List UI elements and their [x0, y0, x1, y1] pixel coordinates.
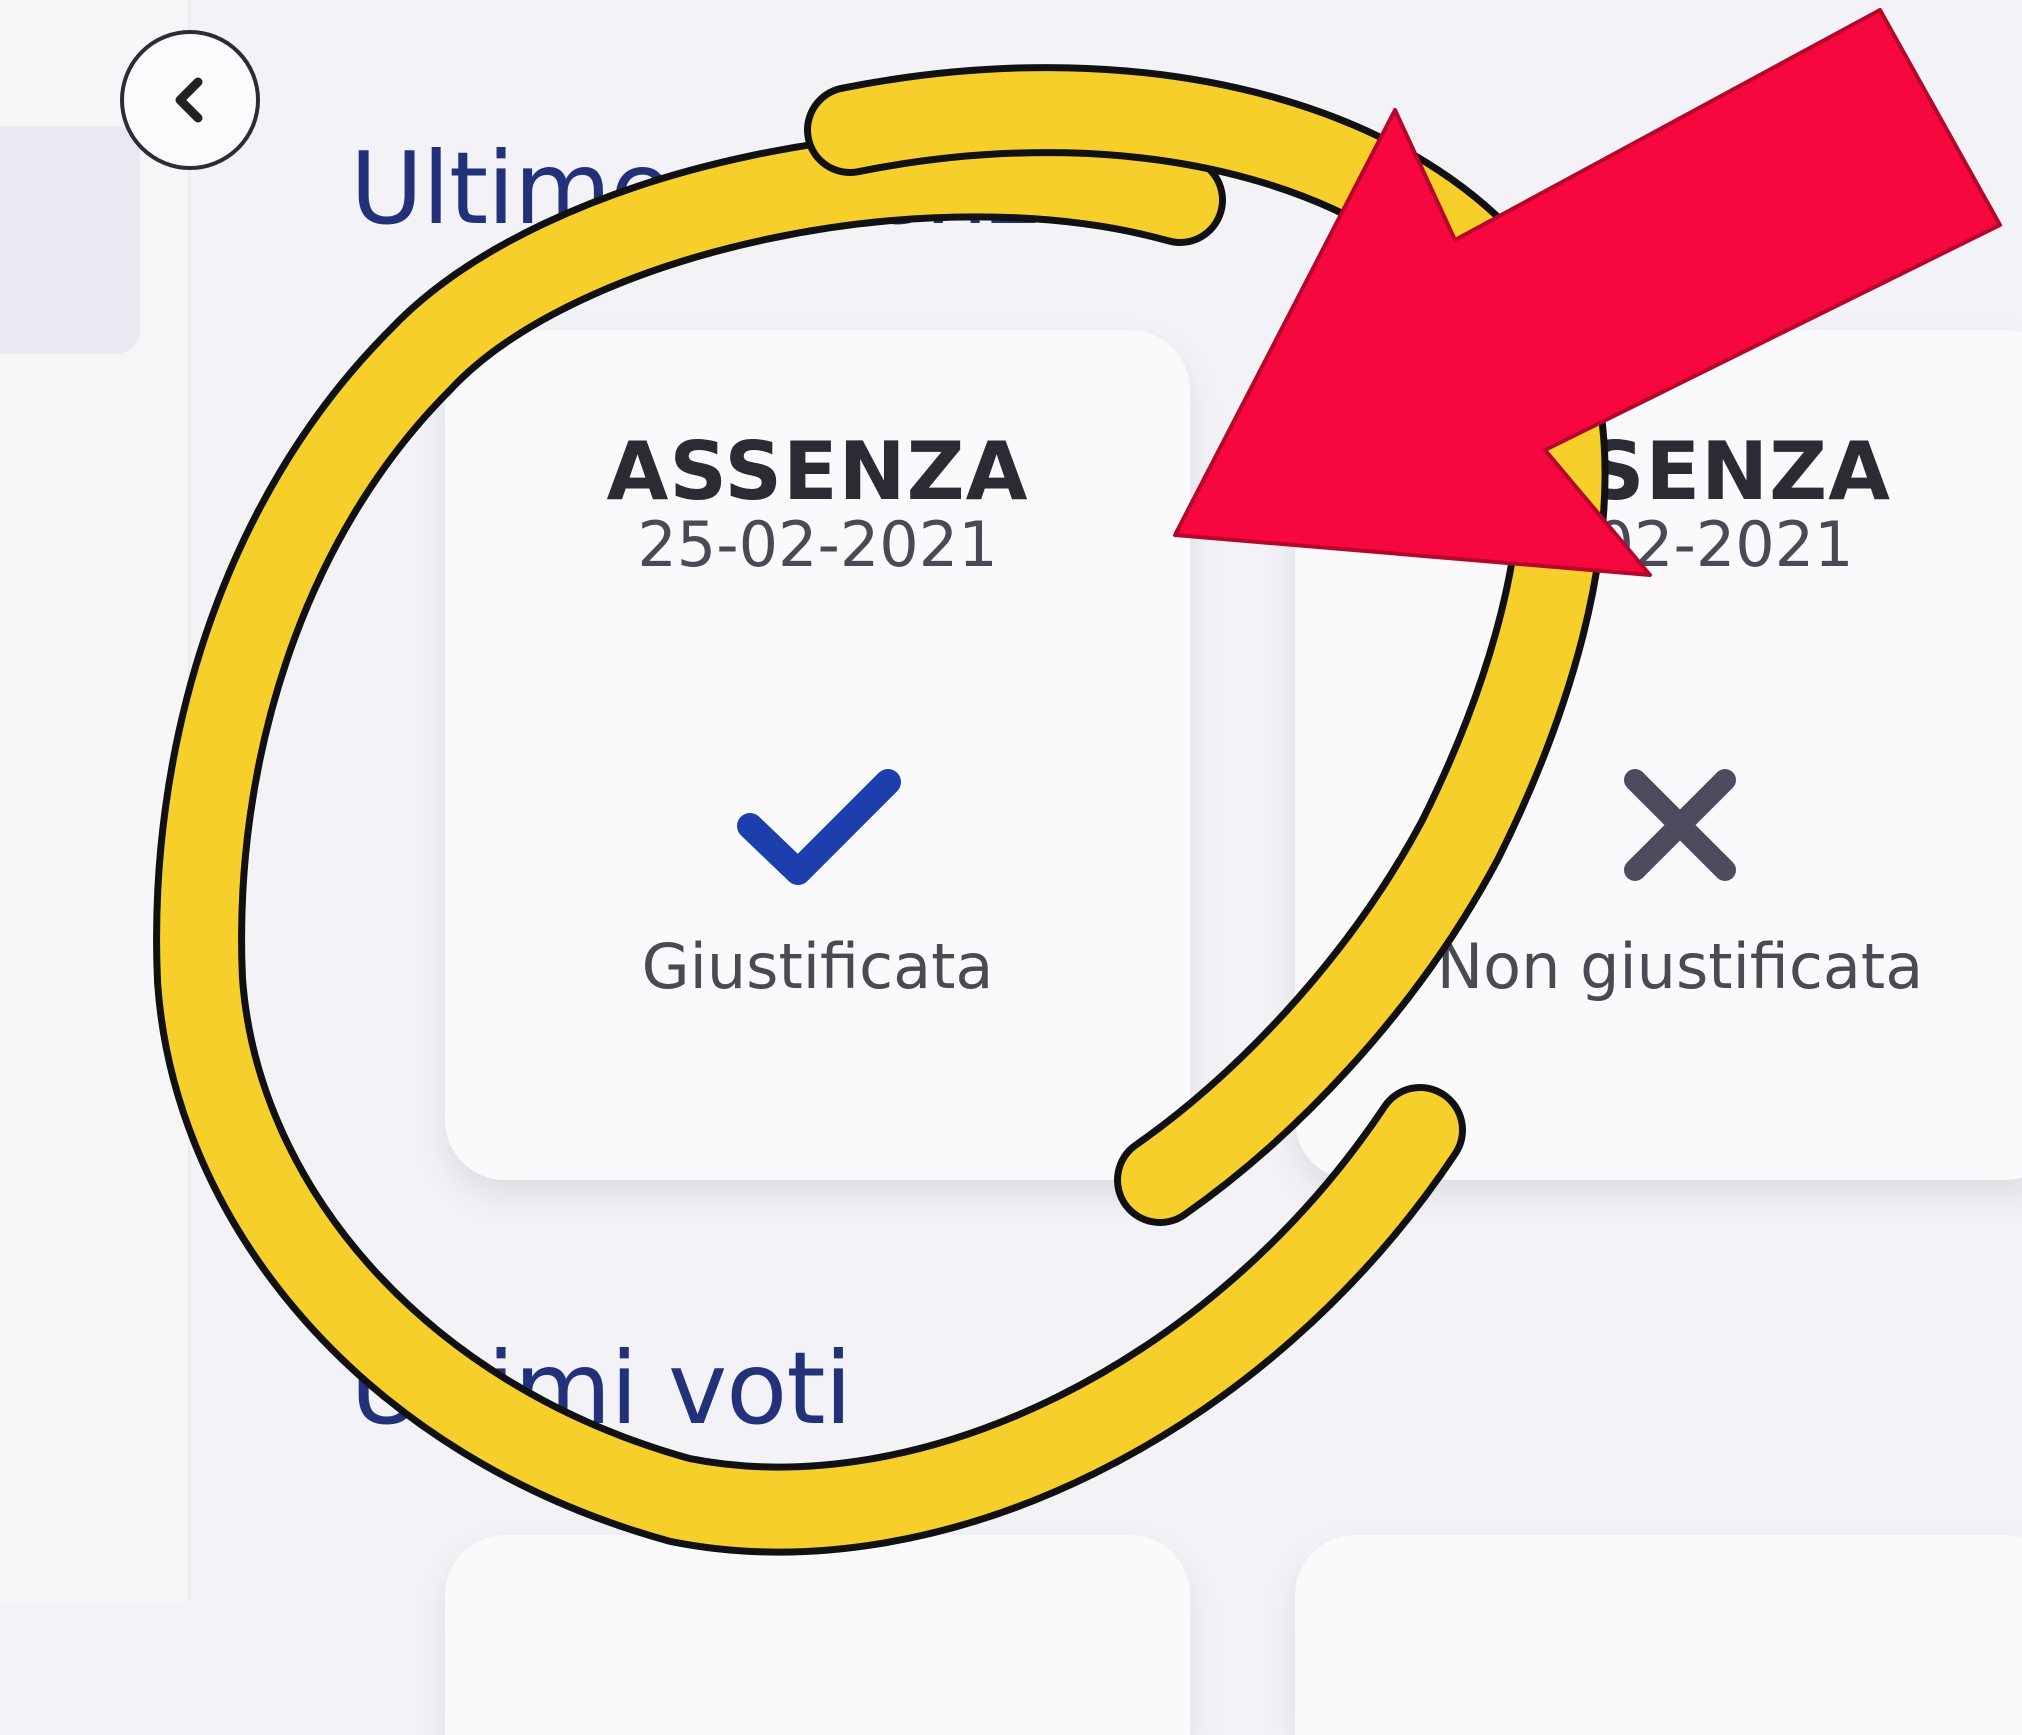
chevron-left-icon [175, 77, 203, 123]
close-icon [1624, 769, 1736, 881]
absence-status: Non giustificata [1436, 930, 1924, 1003]
absence-card-unjustified[interactable]: ASSENZA ??-02-2021 Non giustificata [1295, 330, 2022, 1180]
absence-status: Giustificata [641, 930, 994, 1003]
sidebar [0, 0, 190, 1602]
grades-section-title: Ultimi voti [350, 1330, 852, 1447]
sidebar-tab[interactable] [0, 126, 140, 354]
absence-type: ASSENZA [606, 425, 1029, 518]
absence-date: 25-02-2021 [637, 508, 998, 581]
absence-card-justified[interactable]: ASSENZA 25-02-2021 Giustificata [445, 330, 1190, 1180]
grade-card[interactable] [445, 1535, 1190, 1735]
absences-section-title: Ultime assenze [350, 130, 1100, 247]
absence-type: ASSENZA [1468, 425, 1892, 518]
check-icon [736, 769, 901, 885]
absence-date: ??-02-2021 [1506, 508, 1854, 581]
grade-card[interactable] [1295, 1535, 2022, 1735]
back-button[interactable] [120, 30, 260, 170]
